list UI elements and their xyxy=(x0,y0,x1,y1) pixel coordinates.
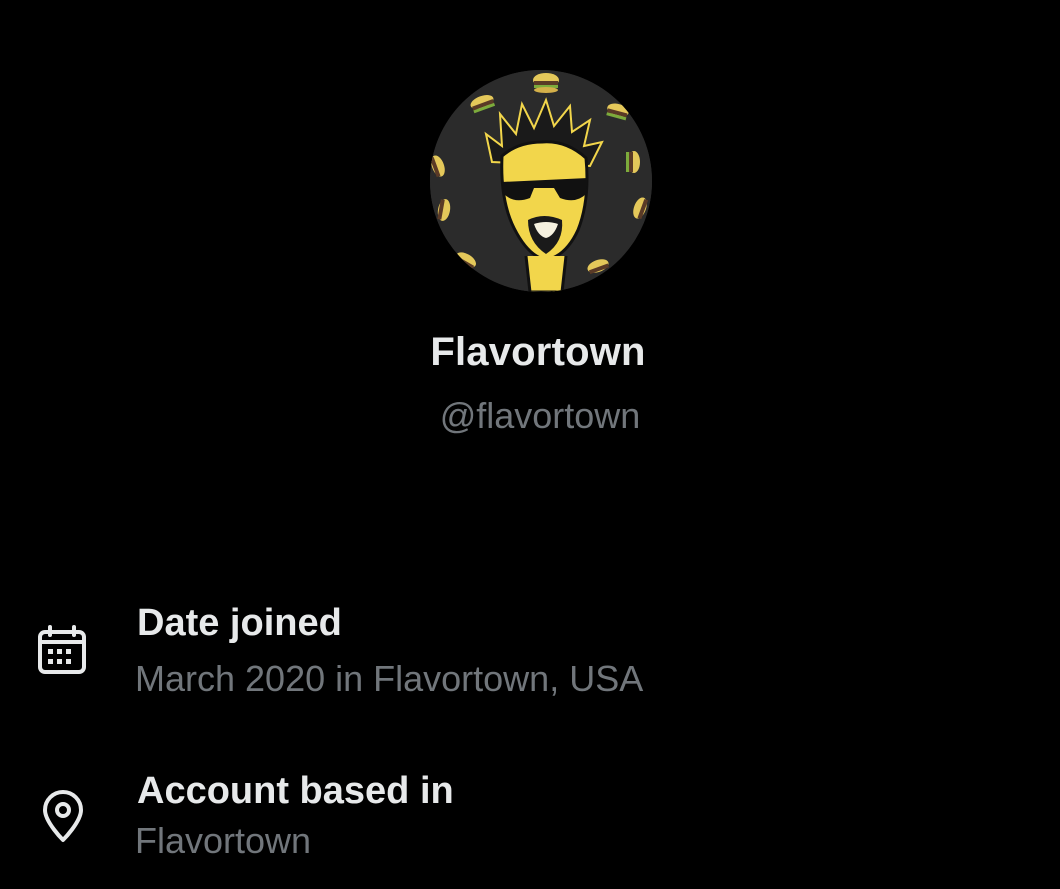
account-based-row: Account based in Flavortown xyxy=(0,768,1060,878)
date-joined-row: Date joined March 2020 in Flavortown, US… xyxy=(0,600,1060,710)
profile-handle: @flavortown xyxy=(439,395,641,436)
calendar-icon xyxy=(38,625,86,674)
date-joined-title: Date joined xyxy=(137,602,342,644)
date-joined-value: March 2020 in Flavortown, USA xyxy=(135,658,644,699)
profile-avatar[interactable] xyxy=(430,70,652,292)
account-based-title: Account based in xyxy=(137,770,454,812)
cartoon-face-avatar-icon xyxy=(430,70,652,292)
account-based-value: Flavortown xyxy=(135,820,312,861)
profile-display-name: Flavortown xyxy=(430,330,646,374)
location-pin-icon xyxy=(43,790,83,842)
